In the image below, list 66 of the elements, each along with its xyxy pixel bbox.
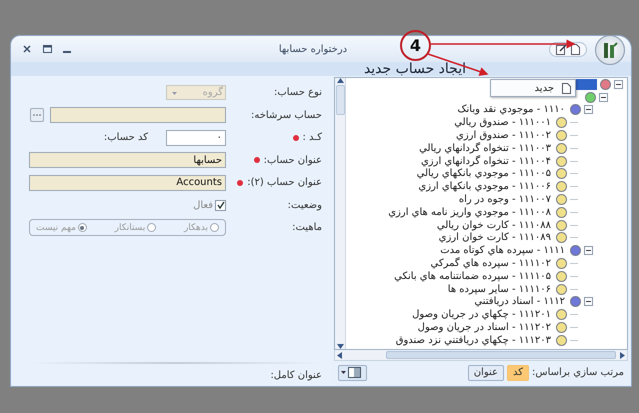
window-title: درختواره حسابها (278, 44, 348, 54)
tree-item[interactable]: ۱۱۱۰ - موجودي نقد وبانک (456, 104, 567, 116)
scroll-thumb[interactable] (336, 85, 344, 115)
active-checkbox[interactable] (215, 200, 226, 210)
tree-item[interactable]: ۱۱۱۲۰۳ - چکهاي دريافتني نزد صندوق (394, 334, 553, 346)
tree-item[interactable]: ۱۱۱۰۰۴ - تنخواه گردانهاي ارزي (418, 156, 553, 167)
account-title-field[interactable]: Accounts (29, 174, 226, 190)
tree-item[interactable]: ۱۱۱۲۰۱ - چکهاي در جريان وصول (410, 309, 553, 320)
tree-item[interactable]: ۱۱۱۱۰۵ - سپرده ضمانتنامه هاي بانکي (392, 270, 553, 282)
field-label: وضعیت: (288, 200, 322, 210)
scroll-thumb[interactable] (386, 351, 616, 359)
tree-item[interactable]: ۱۱۱۱۰۶ - ساير سپرده ها (446, 284, 553, 295)
checkbox-label: فعال (193, 200, 213, 210)
collapse-toggle-icon[interactable] (584, 246, 593, 256)
document-icon (562, 82, 571, 94)
tree-item[interactable]: ۱۱۱۱۰۲ - سپرده هاي گمرکي (428, 258, 553, 270)
field-label: نوع حساب: (274, 87, 322, 98)
scroll-up-icon[interactable] (336, 78, 344, 83)
scroll-right-icon[interactable] (620, 352, 625, 358)
tree-item[interactable]: ۱۱۱۰۸۸ - کارت خوان ريالي (434, 220, 553, 231)
field-label: عنوان کامل: (270, 370, 322, 380)
horizontal-scrollbar[interactable] (334, 350, 628, 361)
menu-item[interactable]: جدید (534, 82, 571, 94)
code-field[interactable]: ۰ (166, 130, 226, 146)
sort-label: مرتب سازي براساس: (532, 367, 624, 378)
page-heading: ایجاد حساب جدید (364, 62, 466, 76)
tree-item[interactable]: ۱۱۱۰۰۱ - صندوق ريالي (452, 117, 553, 128)
document-icon[interactable] (571, 44, 580, 54)
radio-button[interactable] (210, 223, 219, 232)
account-title-field[interactable]: حسابها (29, 152, 226, 168)
collapse-toggle-icon[interactable] (584, 105, 593, 114)
field-label: حساب سرشاخه: (251, 110, 322, 120)
tree-item[interactable]: ۱۱۱۲ - اسناد دريافتني (472, 296, 567, 308)
radio-label: بستانکار (114, 222, 146, 232)
scroll-left-icon[interactable] (337, 352, 342, 358)
step-number-callout: 4 (400, 30, 431, 61)
app-logo-icon[interactable] (595, 35, 626, 65)
tree-item[interactable]: ۱۱۱۰۰۸ - موجودي واريز نامه هاي ارزي (386, 206, 553, 218)
tree-item[interactable]: ۱۱۱۲۰۲ - اسناد در جريان وصول (416, 322, 553, 334)
radio-label: بدهکار (184, 222, 208, 232)
collapse-toggle-icon[interactable] (614, 80, 623, 89)
tree-item[interactable]: ۱۱۱۰۸۹ - کارت خوان ارزي (436, 232, 553, 244)
parent-account-field[interactable] (50, 107, 226, 123)
tree-item[interactable]: ۱۱۱۰۰۵ - موجودي بانکهاي ريالي (414, 168, 553, 180)
tree-item[interactable]: ۱۱۱۰۰۷ - وجوه در راه (456, 194, 553, 206)
vertical-scrollbar[interactable] (335, 78, 346, 349)
collapse-toggle-icon[interactable] (584, 297, 593, 306)
field-label: کـد : (302, 132, 322, 143)
sort-option[interactable]: عنوان (468, 364, 504, 380)
collapse-toggle-icon[interactable] (599, 92, 608, 102)
field-label: ماهیت: (292, 222, 322, 233)
field-label: کد حساب: (104, 132, 148, 143)
layout-button[interactable] (338, 364, 367, 380)
field-label: عنوان حساب (۲): (247, 177, 322, 188)
tree-item[interactable]: ۱۱۱۰۰۶ - موجودي بانکهاي ارزي (416, 181, 553, 192)
radio-button[interactable] (78, 223, 87, 232)
field-label: عنوان حساب: (264, 154, 322, 166)
radio-button[interactable] (147, 223, 156, 232)
radio-label: مهم نیست (36, 222, 76, 232)
edit-document-icon[interactable] (556, 44, 568, 54)
tree-item[interactable]: ۱۱۱۱ - سپرده هاي کوتاه مدت (438, 245, 567, 256)
panel-layout-icon (348, 367, 361, 378)
dropdown-caret-icon (341, 370, 346, 374)
tree-item[interactable]: ۱۱۱۰۰۳ - تنخواه گردانهاي ريالي (417, 142, 553, 154)
sort-option[interactable]: کد (506, 364, 529, 380)
tree-item[interactable]: ۱۱۱۰۰۲ - صندوق ارزي (454, 130, 553, 142)
